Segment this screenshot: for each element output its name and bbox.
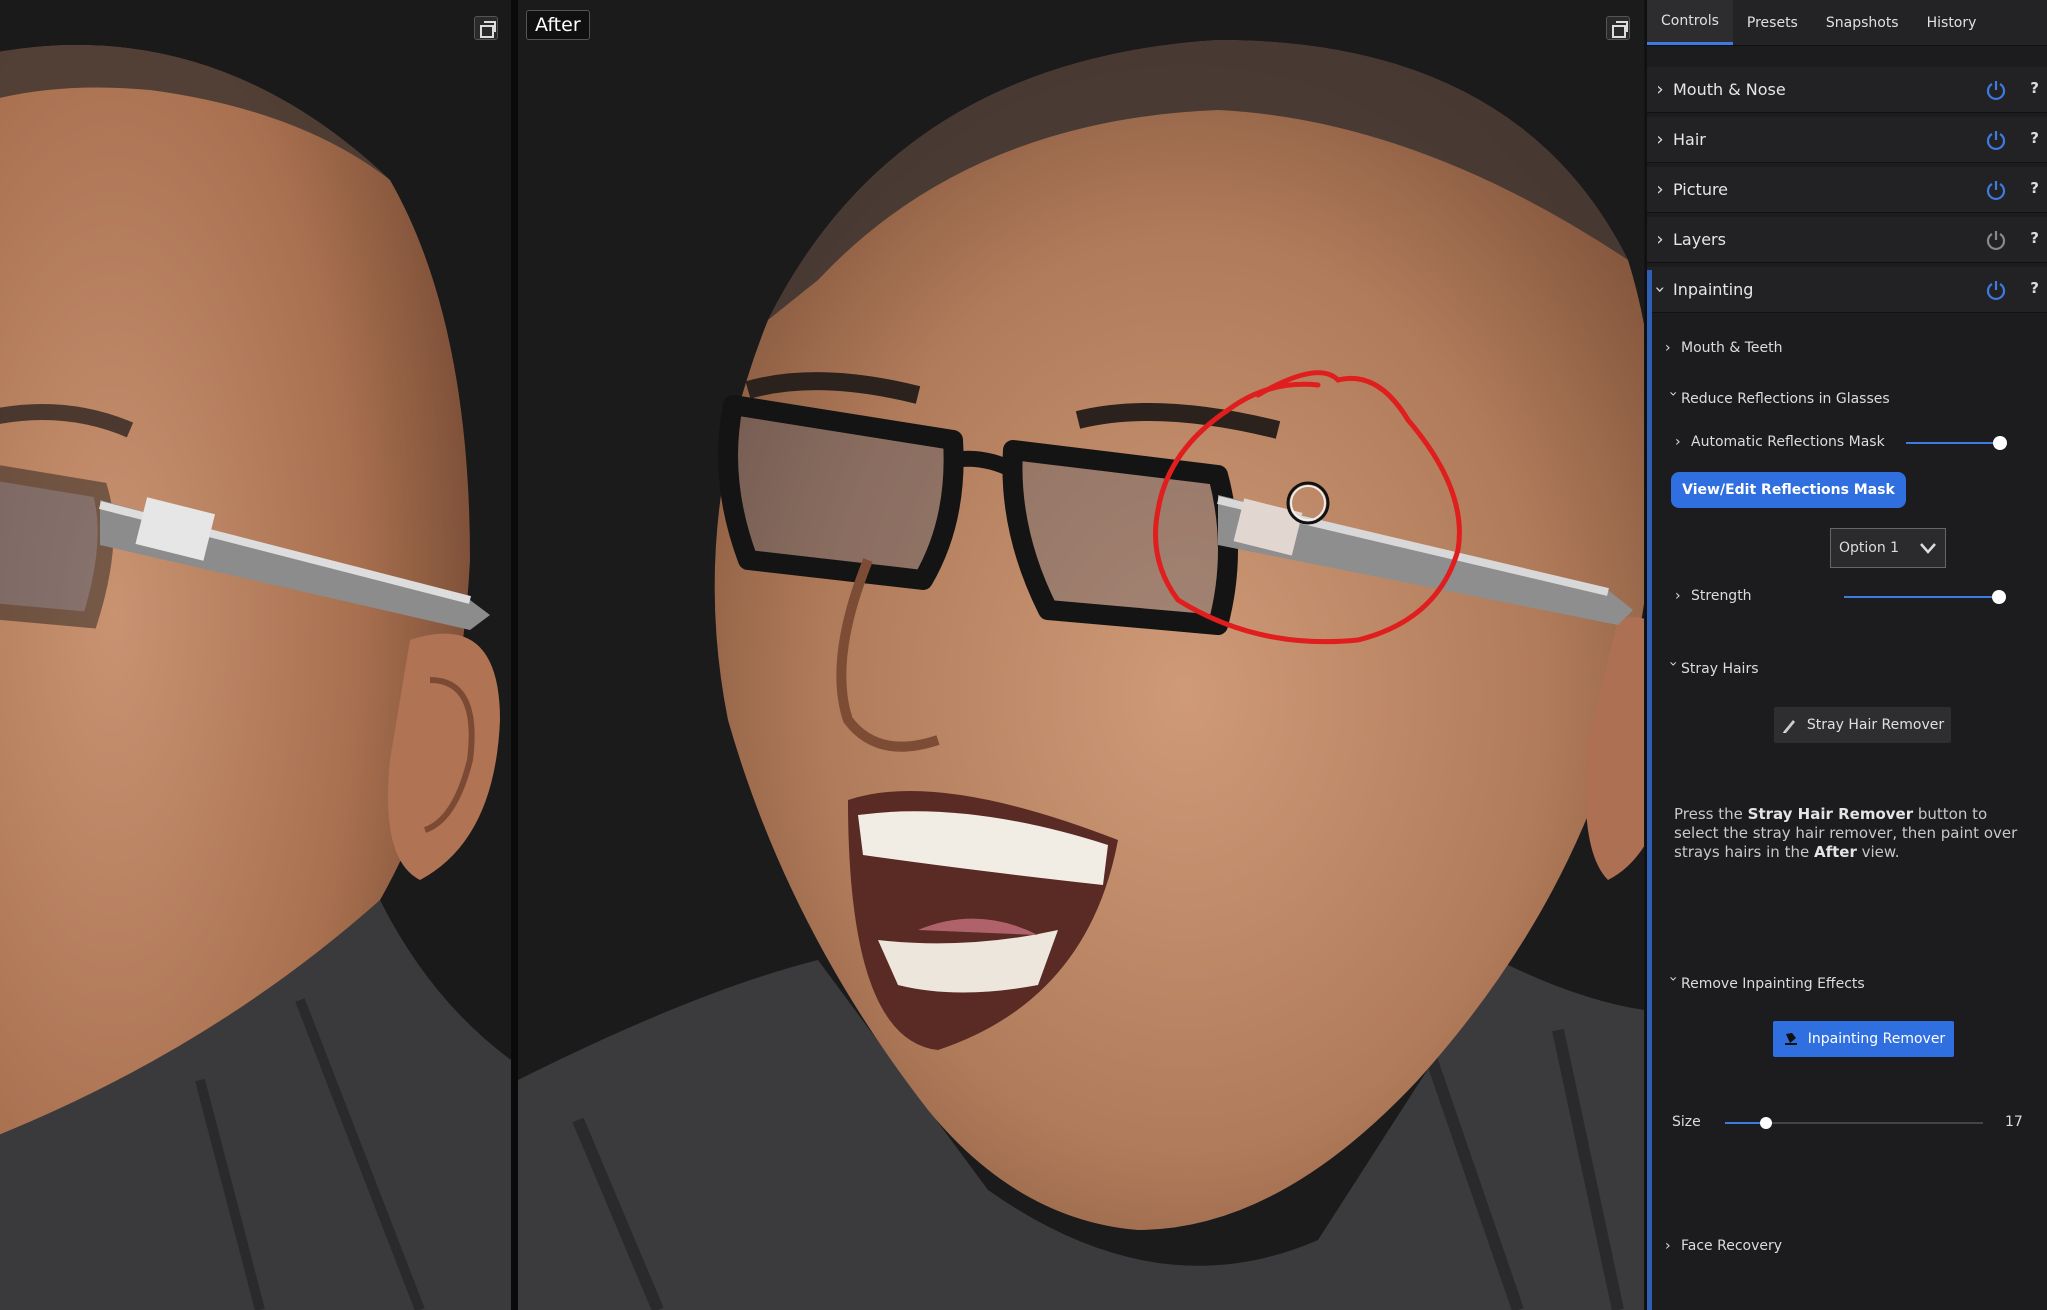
tab-history[interactable]: History: [1913, 0, 1991, 45]
tab-snapshots[interactable]: Snapshots: [1812, 0, 1913, 45]
power-icon[interactable]: [1985, 79, 2007, 101]
chevron-down-icon: ›: [1649, 285, 1671, 294]
chevron-right-icon: ›: [1675, 434, 1681, 450]
before-view[interactable]: [0, 0, 511, 1310]
pencil-brush-icon: [1782, 720, 1795, 733]
auto-mask-slider[interactable]: [1906, 436, 2008, 450]
subsection-reduce-reflections[interactable]: › Reduce Reflections in Glasses: [1665, 391, 1890, 407]
before-portrait-image: [0, 0, 511, 1310]
chevron-right-icon: ›: [1665, 1238, 1671, 1254]
slider-knob[interactable]: [1993, 436, 2008, 450]
chevron-right-icon: ›: [1665, 340, 1671, 356]
stray-hair-remover-button[interactable]: Stray Hair Remover: [1774, 707, 1951, 743]
chevron-down-icon: ›: [1665, 391, 1681, 397]
inpainting-remover-button[interactable]: Inpainting Remover: [1773, 1021, 1954, 1057]
chevron-right-icon: ›: [1656, 129, 1664, 150]
help-icon[interactable]: ?: [2030, 79, 2039, 97]
panel-tabs: Controls Presets Snapshots History: [1647, 0, 2047, 46]
section-accent-bar: [1647, 270, 1652, 1310]
chevron-down-icon: [1920, 543, 1936, 554]
chevron-right-icon: ›: [1656, 229, 1664, 250]
chevron-right-icon: ›: [1656, 179, 1664, 200]
split-divider[interactable]: [511, 0, 518, 1310]
eraser-icon: [1784, 1033, 1797, 1045]
section-picture[interactable]: › Picture ?: [1647, 167, 2047, 213]
tab-controls[interactable]: Controls: [1647, 0, 1733, 45]
help-icon[interactable]: ?: [2030, 279, 2039, 297]
after-portrait-image: [518, 0, 1644, 1310]
auto-reflections-mask-row[interactable]: › Automatic Reflections Mask: [1675, 434, 1885, 450]
section-layers[interactable]: › Layers ?: [1647, 217, 2047, 263]
power-icon[interactable]: [1985, 179, 2007, 201]
subsection-stray-hairs[interactable]: › Stray Hairs: [1665, 661, 1759, 677]
size-slider[interactable]: [1725, 1116, 1983, 1130]
app-window: After Controls Presets Snapshots History…: [0, 0, 2047, 1310]
help-icon[interactable]: ?: [2030, 179, 2039, 197]
option-select[interactable]: Option 1: [1830, 528, 1946, 568]
before-pane-swap-icon[interactable]: [474, 16, 498, 40]
chevron-right-icon: ›: [1675, 588, 1681, 604]
strength-slider[interactable]: [1844, 590, 2006, 604]
tab-presets[interactable]: Presets: [1733, 0, 1812, 45]
power-icon[interactable]: [1985, 229, 2007, 251]
size-label: Size: [1672, 1114, 1701, 1130]
strength-row[interactable]: › Strength: [1675, 588, 1752, 604]
subsection-remove-inpainting-effects[interactable]: › Remove Inpainting Effects: [1665, 976, 1865, 992]
subsection-mouth-teeth[interactable]: › Mouth & Teeth: [1665, 340, 1782, 356]
chevron-down-icon: ›: [1665, 661, 1681, 667]
view-edit-reflections-mask-button[interactable]: View/Edit Reflections Mask: [1671, 472, 1906, 508]
power-icon[interactable]: [1985, 129, 2007, 151]
help-icon[interactable]: ?: [2030, 229, 2039, 247]
power-icon[interactable]: [1985, 279, 2007, 301]
size-value: 17: [2005, 1114, 2023, 1130]
section-mouth-nose[interactable]: › Mouth & Nose ?: [1647, 67, 2047, 113]
controls-panel: Controls Presets Snapshots History › Mou…: [1645, 0, 2047, 1310]
section-inpainting[interactable]: › Inpainting ?: [1647, 267, 2047, 313]
chevron-down-icon: ›: [1665, 976, 1681, 982]
slider-knob[interactable]: [1991, 590, 2006, 604]
subsection-face-recovery[interactable]: › Face Recovery: [1665, 1238, 1782, 1254]
after-pane-swap-icon[interactable]: [1606, 16, 1630, 40]
chevron-right-icon: ›: [1656, 79, 1664, 100]
slider-knob[interactable]: [1760, 1117, 1773, 1129]
after-view-label: After: [526, 10, 590, 40]
section-hair[interactable]: › Hair ?: [1647, 117, 2047, 163]
stray-hair-help-text: Press the Stray Hair Remover button to s…: [1674, 805, 2018, 861]
after-view[interactable]: After: [518, 0, 1644, 1310]
help-icon[interactable]: ?: [2030, 129, 2039, 147]
